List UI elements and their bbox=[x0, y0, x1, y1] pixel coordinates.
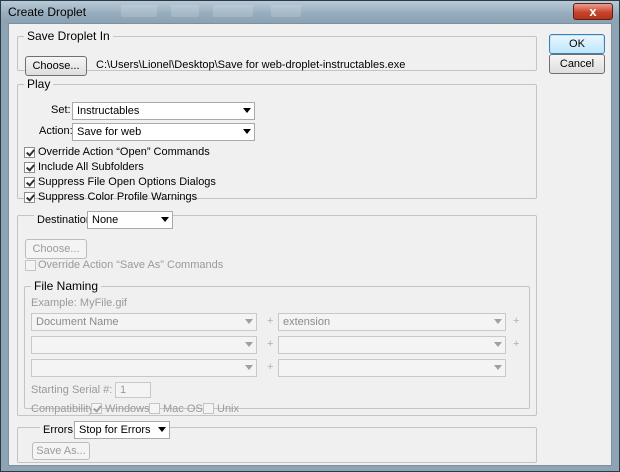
chevron-down-icon bbox=[243, 108, 251, 113]
close-button[interactable]: x bbox=[573, 3, 613, 20]
chevron-down-icon bbox=[245, 342, 253, 347]
chevron-down-icon bbox=[158, 427, 166, 432]
play-group: Play Set: Instructables Action: Save for… bbox=[17, 77, 537, 203]
serial-label: Starting Serial #: bbox=[31, 384, 113, 396]
plus-icon: + bbox=[267, 361, 274, 373]
save-droplet-legend: Save Droplet In bbox=[27, 29, 110, 43]
file-naming-example: Example: MyFile.gif bbox=[31, 297, 127, 309]
cancel-button[interactable]: Cancel bbox=[549, 54, 605, 74]
include-subfolders-label: Include All Subfolders bbox=[38, 161, 144, 173]
naming-field-2[interactable]: extension bbox=[278, 313, 506, 331]
compat-label: Compatibility: bbox=[31, 403, 98, 415]
override-open-checkbox[interactable] bbox=[24, 147, 35, 158]
errors-group: Errors: Stop for Errors Save As... bbox=[17, 421, 537, 463]
action-value: Save for web bbox=[77, 126, 142, 138]
close-icon: x bbox=[589, 4, 597, 19]
suppress-open-dialogs-label: Suppress File Open Options Dialogs bbox=[38, 176, 216, 188]
ok-button[interactable]: OK bbox=[549, 34, 605, 54]
compat-unix-label: Unix bbox=[217, 403, 240, 415]
play-legend: Play bbox=[27, 77, 51, 91]
destination-select[interactable]: None bbox=[87, 211, 173, 229]
set-value: Instructables bbox=[77, 105, 140, 117]
naming-field-3[interactable] bbox=[31, 336, 257, 354]
naming-field-6[interactable] bbox=[278, 359, 506, 377]
destination-value: None bbox=[92, 214, 119, 226]
override-save-as-checkbox[interactable] bbox=[25, 260, 36, 271]
suppress-open-dialogs-checkbox[interactable] bbox=[24, 177, 35, 188]
errors-value: Stop for Errors bbox=[79, 424, 151, 436]
destination-group: Destination: None Choose... Override Act… bbox=[17, 211, 537, 416]
override-save-as-label: Override Action “Save As” Commands bbox=[38, 259, 224, 271]
include-subfolders-checkbox[interactable] bbox=[24, 162, 35, 173]
compat-mac-checkbox[interactable] bbox=[149, 403, 160, 414]
compat-unix-checkbox[interactable] bbox=[203, 403, 214, 414]
chevron-down-icon bbox=[494, 365, 502, 370]
background-blur bbox=[271, 5, 301, 17]
plus-icon: + bbox=[267, 338, 274, 350]
plus-icon: + bbox=[513, 315, 520, 327]
naming-field-1-value: Document Name bbox=[36, 316, 119, 328]
compat-windows-checkbox[interactable] bbox=[91, 403, 102, 414]
naming-field-4[interactable] bbox=[278, 336, 506, 354]
save-droplet-group: Save Droplet In Choose... C:\Users\Lione… bbox=[17, 29, 537, 76]
chevron-down-icon bbox=[243, 129, 251, 134]
droplet-path: C:\Users\Lionel\Desktop\Save for web-dro… bbox=[96, 59, 406, 71]
errors-save-as-button[interactable]: Save As... bbox=[32, 442, 90, 460]
compat-windows-label: Windows bbox=[105, 403, 150, 415]
file-naming-group: File Naming Example: MyFile.gif Document… bbox=[24, 279, 530, 415]
set-select[interactable]: Instructables bbox=[72, 102, 255, 120]
background-blur bbox=[213, 5, 253, 17]
compat-mac-label: Mac OS bbox=[163, 403, 203, 415]
file-naming-legend: File Naming bbox=[34, 279, 99, 293]
dialog-body: OK Cancel Save Droplet In Choose... C:\U… bbox=[8, 23, 612, 466]
destination-choose-button[interactable]: Choose... bbox=[25, 239, 87, 259]
chevron-down-icon bbox=[161, 217, 169, 222]
action-label: Action: bbox=[39, 125, 73, 137]
plus-icon: + bbox=[513, 338, 520, 350]
action-select[interactable]: Save for web bbox=[72, 123, 255, 141]
window-title: Create Droplet bbox=[8, 5, 87, 19]
override-open-label: Override Action “Open” Commands bbox=[38, 146, 210, 158]
plus-icon: + bbox=[267, 315, 274, 327]
set-label: Set: bbox=[51, 104, 71, 116]
chevron-down-icon bbox=[494, 342, 502, 347]
dialog-window: Create Droplet x OK Cancel Save Droplet … bbox=[0, 0, 620, 472]
background-blur bbox=[171, 5, 199, 17]
chevron-down-icon bbox=[494, 319, 502, 324]
background-blur bbox=[121, 5, 157, 17]
naming-field-5[interactable] bbox=[31, 359, 257, 377]
chevron-down-icon bbox=[245, 319, 253, 324]
serial-input[interactable]: 1 bbox=[115, 382, 151, 398]
title-bar[interactable]: Create Droplet x bbox=[1, 1, 619, 23]
save-droplet-choose-button[interactable]: Choose... bbox=[25, 56, 87, 76]
naming-field-2-value: extension bbox=[283, 316, 331, 328]
naming-field-1[interactable]: Document Name bbox=[31, 313, 257, 331]
suppress-color-warnings-label: Suppress Color Profile Warnings bbox=[38, 191, 198, 203]
chevron-down-icon bbox=[245, 365, 253, 370]
errors-select[interactable]: Stop for Errors bbox=[74, 421, 170, 439]
suppress-color-warnings-checkbox[interactable] bbox=[24, 192, 35, 203]
